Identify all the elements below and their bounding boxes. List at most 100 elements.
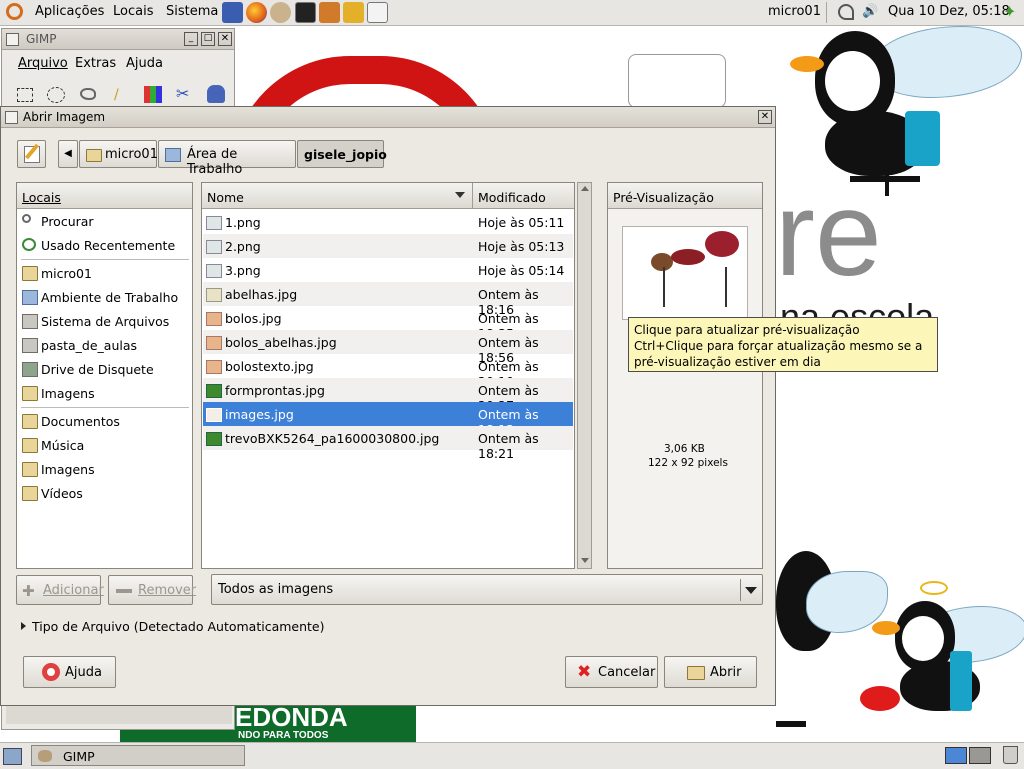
gimp-launcher-icon[interactable] — [270, 2, 291, 23]
tooltip-line-2: Ctrl+Clique para forçar atualização mesm… — [634, 339, 923, 369]
place-imagens-2[interactable]: Imagens — [19, 458, 191, 481]
place-pasta-de-aulas[interactable]: pasta_de_aulas — [19, 334, 191, 357]
top-panel: Aplicações Locais Sistema micro01 🔊 Qua … — [0, 0, 1024, 26]
taskbar-gimp-button[interactable]: GIMP — [31, 745, 245, 766]
user-name[interactable]: micro01 — [768, 4, 821, 19]
file-row-selected[interactable]: images.jpg Ontem às 18:13 — [203, 402, 573, 437]
place-desktop[interactable]: Ambiente de Trabalho — [19, 286, 191, 309]
place-procurar[interactable]: Procurar — [19, 210, 191, 233]
file-row[interactable]: bolos_abelhas.jpg Ontem às 18:56 — [203, 330, 573, 365]
clock[interactable]: Qua 10 Dez, 05:18 — [888, 4, 1010, 19]
gimp-menu-ajuda[interactable]: Ajuda — [126, 56, 163, 71]
path-button-desktop[interactable]: Área de Trabalho — [158, 140, 296, 177]
gimp-menu-arquivo[interactable]: Arquivo — [18, 56, 68, 71]
foreground-select-tool-icon[interactable] — [207, 85, 225, 103]
ubuntu-logo-icon[interactable] — [6, 3, 23, 20]
file-row[interactable]: 2.png Hoje às 05:13 — [203, 234, 573, 258]
place-musica[interactable]: Música — [19, 434, 191, 457]
file-row[interactable]: trevoBXK5264_pa1600030800.jpg Ontem às 1… — [203, 426, 573, 461]
network-icon[interactable] — [838, 4, 854, 20]
places-separator — [21, 259, 189, 260]
folder-icon — [22, 462, 38, 477]
file-type-expander[interactable]: Tipo de Arquivo (Detectado Automaticamen… — [19, 619, 339, 637]
path-scroll-left-button[interactable]: ◀ — [58, 140, 78, 168]
place-videos[interactable]: Vídeos — [19, 482, 191, 505]
panel-separator — [826, 2, 827, 23]
file-row[interactable]: 1.png Hoje às 05:11 — [203, 210, 573, 234]
preview-tooltip: Clique para atualizar pré-visualização C… — [628, 317, 938, 372]
type-location-button[interactable] — [17, 140, 46, 168]
preview-dimensions: 122 x 92 pixels — [648, 457, 728, 469]
path-button-micro01[interactable]: micro01 — [79, 140, 158, 168]
place-recentes[interactable]: Usado Recentemente — [19, 234, 191, 257]
tools-icon[interactable] — [319, 2, 340, 23]
image-file-icon — [206, 312, 222, 326]
column-header-modified[interactable]: Modificado — [473, 183, 574, 209]
dialog-titlebar: Abrir Imagem ✕ — [1, 107, 775, 128]
file-row[interactable]: formprontas.jpg Ontem às 20:27 — [203, 378, 573, 413]
editor-icon[interactable] — [367, 2, 388, 23]
banner-text: EDONDA — [235, 702, 348, 732]
column-header-name[interactable]: Nome — [202, 183, 473, 209]
ant-legs-shape — [663, 267, 727, 307]
close-icon[interactable]: ✕ — [218, 32, 232, 46]
folder-icon — [22, 386, 38, 401]
fuzzy-select-tool-icon[interactable]: / — [114, 87, 130, 103]
logout-icon[interactable]: ✦ — [1003, 2, 1021, 22]
firefox-icon[interactable] — [246, 2, 267, 23]
gimp-icon — [38, 750, 52, 762]
tooltip-line-1: Clique para atualizar pré-visualização — [634, 323, 860, 337]
help-button[interactable]: Ajuda — [23, 656, 116, 688]
files-scrollbar[interactable] — [577, 182, 592, 569]
scroll-up-icon[interactable] — [581, 186, 589, 191]
window-menu-icon[interactable] — [5, 111, 18, 124]
window-menu-icon[interactable] — [6, 33, 19, 46]
cancel-button[interactable]: ✖ Cancelar — [565, 656, 658, 688]
trash-icon[interactable] — [1003, 746, 1018, 764]
ellipse-select-tool-icon[interactable] — [47, 87, 65, 103]
preview-pane: Pré-Visualização 3,06 KB 122 x 92 pixels — [607, 182, 763, 569]
dialog-close-icon[interactable]: ✕ — [758, 110, 772, 124]
ant-abdomen-shape — [705, 231, 739, 257]
preview-thumbnail[interactable] — [622, 226, 748, 320]
workspace-1[interactable] — [945, 747, 967, 764]
file-filter-combo[interactable]: Todos as imagens — [211, 574, 763, 605]
gimp-menu-extras[interactable]: Extras — [75, 56, 116, 71]
files-pane: Nome Modificado 1.png Hoje às 05:11 2.pn… — [201, 182, 575, 569]
image-file-icon — [206, 360, 222, 374]
menu-applications[interactable]: Aplicações — [35, 4, 104, 19]
show-desktop-icon[interactable] — [3, 748, 22, 765]
open-button[interactable]: Abrir — [664, 656, 757, 688]
scroll-down-icon[interactable] — [581, 558, 589, 563]
scissors-tool-icon[interactable]: ✂ — [176, 85, 194, 103]
terminal-icon[interactable] — [295, 2, 316, 23]
place-micro01[interactable]: micro01 — [19, 262, 191, 285]
path-label: gisele_jopio — [304, 147, 387, 162]
file-row[interactable]: 3.png Hoje às 05:14 — [203, 258, 573, 282]
place-filesystem[interactable]: Sistema de Arquivos — [19, 310, 191, 333]
file-row[interactable]: bolos.jpg Ontem às 18:35 — [203, 306, 573, 341]
menu-places[interactable]: Locais — [113, 4, 153, 19]
places-header[interactable]: Locais — [17, 183, 192, 209]
maximize-icon[interactable]: □ — [201, 32, 215, 46]
remove-bookmark-button[interactable]: Remover — [108, 575, 196, 605]
file-row[interactable]: bolostexto.jpg Ontem às 20:10 — [203, 354, 573, 389]
volume-icon[interactable]: 🔊 — [862, 5, 878, 19]
rect-select-tool-icon[interactable] — [17, 88, 33, 102]
workspace-2[interactable] — [969, 747, 991, 764]
floppy-icon — [22, 362, 38, 377]
lasso-tool-icon[interactable] — [80, 88, 96, 100]
image-file-icon — [206, 240, 222, 254]
place-imagens[interactable]: Imagens — [19, 382, 191, 405]
keys-icon[interactable] — [343, 2, 364, 23]
monitor-sketch — [628, 54, 726, 108]
add-bookmark-button[interactable]: ✚ Adicionar — [16, 575, 104, 605]
place-floppy[interactable]: Drive de Disquete — [19, 358, 191, 381]
path-button-current[interactable]: gisele_jopio — [297, 140, 387, 168]
menu-system[interactable]: Sistema — [166, 4, 218, 19]
launcher-grid-icon[interactable] — [222, 2, 243, 23]
file-row[interactable]: abelhas.jpg Ontem às 18:16 — [203, 282, 573, 317]
place-documentos[interactable]: Documentos — [19, 410, 191, 433]
color-select-tool-icon[interactable] — [144, 86, 162, 103]
minimize-icon[interactable]: _ — [184, 32, 198, 46]
